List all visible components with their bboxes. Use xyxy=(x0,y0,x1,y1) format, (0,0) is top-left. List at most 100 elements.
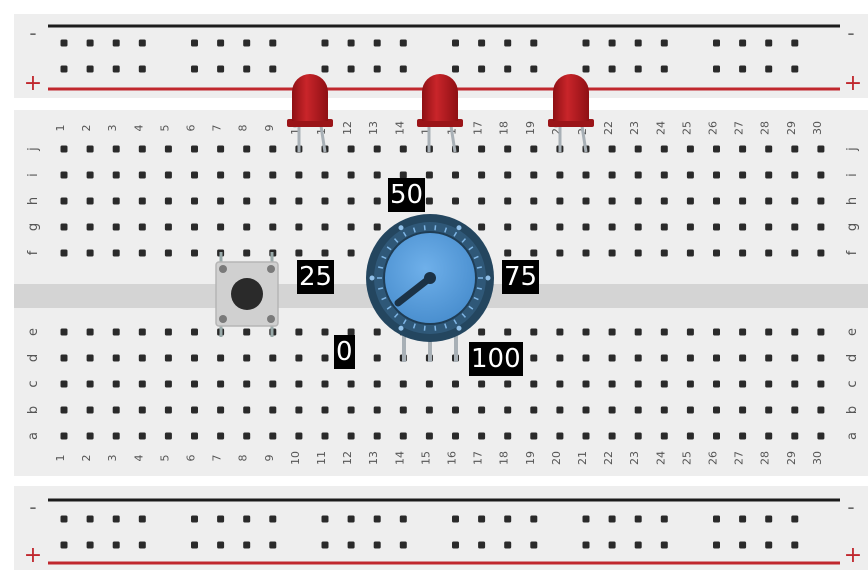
hole[interactable] xyxy=(452,406,459,414)
hole[interactable] xyxy=(60,249,68,257)
rail-hole[interactable] xyxy=(582,65,590,73)
hole[interactable] xyxy=(217,380,225,388)
hole[interactable] xyxy=(713,223,720,231)
hole[interactable] xyxy=(138,171,146,179)
hole[interactable] xyxy=(556,354,564,362)
rail-hole[interactable] xyxy=(478,515,486,523)
hole[interactable] xyxy=(191,197,198,205)
hole[interactable] xyxy=(817,171,825,179)
hole[interactable] xyxy=(86,249,94,257)
rail-hole[interactable] xyxy=(112,39,120,47)
hole[interactable] xyxy=(765,249,773,257)
hole[interactable] xyxy=(556,223,564,231)
rail-hole[interactable] xyxy=(243,541,251,549)
hole[interactable] xyxy=(138,249,146,257)
hole[interactable] xyxy=(478,380,486,388)
hole[interactable] xyxy=(634,197,642,205)
hole[interactable] xyxy=(582,223,590,231)
hole[interactable] xyxy=(217,223,225,231)
hole[interactable] xyxy=(295,197,303,205)
rail-hole[interactable] xyxy=(269,65,277,73)
hole[interactable] xyxy=(217,197,225,205)
hole[interactable] xyxy=(739,406,747,414)
hole[interactable] xyxy=(504,406,512,414)
rail-hole[interactable] xyxy=(269,541,277,549)
rail-hole[interactable] xyxy=(60,541,68,549)
hole[interactable] xyxy=(791,197,799,205)
hole[interactable] xyxy=(478,197,486,205)
hole[interactable] xyxy=(504,328,512,336)
rail-hole[interactable] xyxy=(86,541,94,549)
rail-hole[interactable] xyxy=(478,65,486,73)
hole[interactable] xyxy=(112,380,120,388)
hole[interactable] xyxy=(791,354,799,362)
rail-hole[interactable] xyxy=(478,39,486,47)
rail-hole[interactable] xyxy=(269,515,277,523)
hole[interactable] xyxy=(660,223,668,231)
rail-hole[interactable] xyxy=(739,541,747,549)
hole[interactable] xyxy=(556,171,564,179)
hole[interactable] xyxy=(478,432,486,440)
hole[interactable] xyxy=(791,249,799,257)
hole[interactable] xyxy=(817,249,825,257)
hole[interactable] xyxy=(112,432,120,440)
hole[interactable] xyxy=(295,171,303,179)
hole[interactable] xyxy=(373,171,381,179)
rail-hole[interactable] xyxy=(138,65,146,73)
hole[interactable] xyxy=(452,197,459,205)
hole[interactable] xyxy=(138,354,146,362)
rail-hole[interactable] xyxy=(739,65,747,73)
hole[interactable] xyxy=(452,432,459,440)
hole[interactable] xyxy=(582,171,590,179)
hole[interactable] xyxy=(686,354,694,362)
hole[interactable] xyxy=(217,171,225,179)
hole[interactable] xyxy=(556,328,564,336)
hole[interactable] xyxy=(164,354,172,362)
rail-hole[interactable] xyxy=(321,65,329,73)
hole[interactable] xyxy=(608,432,616,440)
rail-hole[interactable] xyxy=(452,515,459,523)
hole[interactable] xyxy=(634,171,642,179)
hole[interactable] xyxy=(373,354,381,362)
hole[interactable] xyxy=(425,171,433,179)
hole[interactable] xyxy=(504,249,512,257)
hole[interactable] xyxy=(478,223,486,231)
rail-hole[interactable] xyxy=(791,515,799,523)
hole[interactable] xyxy=(739,380,747,388)
hole[interactable] xyxy=(60,223,68,231)
hole[interactable] xyxy=(399,380,407,388)
hole[interactable] xyxy=(739,223,747,231)
hole[interactable] xyxy=(504,171,512,179)
hole[interactable] xyxy=(217,354,225,362)
hole[interactable] xyxy=(791,145,799,153)
rail-hole[interactable] xyxy=(347,515,355,523)
hole[interactable] xyxy=(765,223,773,231)
rail-hole[interactable] xyxy=(530,65,538,73)
hole[interactable] xyxy=(295,432,303,440)
hole[interactable] xyxy=(347,145,355,153)
rail-hole[interactable] xyxy=(373,515,381,523)
hole[interactable] xyxy=(112,354,120,362)
rail-hole[interactable] xyxy=(582,39,590,47)
hole[interactable] xyxy=(791,380,799,388)
hole[interactable] xyxy=(321,432,329,440)
hole[interactable] xyxy=(321,328,329,336)
rail-hole[interactable] xyxy=(243,65,251,73)
rail-hole[interactable] xyxy=(530,515,538,523)
hole[interactable] xyxy=(634,145,642,153)
rail-hole[interactable] xyxy=(60,515,68,523)
hole[interactable] xyxy=(556,197,564,205)
hole[interactable] xyxy=(269,432,277,440)
hole[interactable] xyxy=(321,223,329,231)
hole[interactable] xyxy=(608,406,616,414)
hole[interactable] xyxy=(739,145,747,153)
rail-hole[interactable] xyxy=(713,541,720,549)
hole[interactable] xyxy=(164,223,172,231)
hole[interactable] xyxy=(452,380,459,388)
hole[interactable] xyxy=(530,223,538,231)
hole[interactable] xyxy=(634,249,642,257)
hole[interactable] xyxy=(191,171,198,179)
hole[interactable] xyxy=(634,328,642,336)
hole[interactable] xyxy=(686,406,694,414)
hole[interactable] xyxy=(112,328,120,336)
